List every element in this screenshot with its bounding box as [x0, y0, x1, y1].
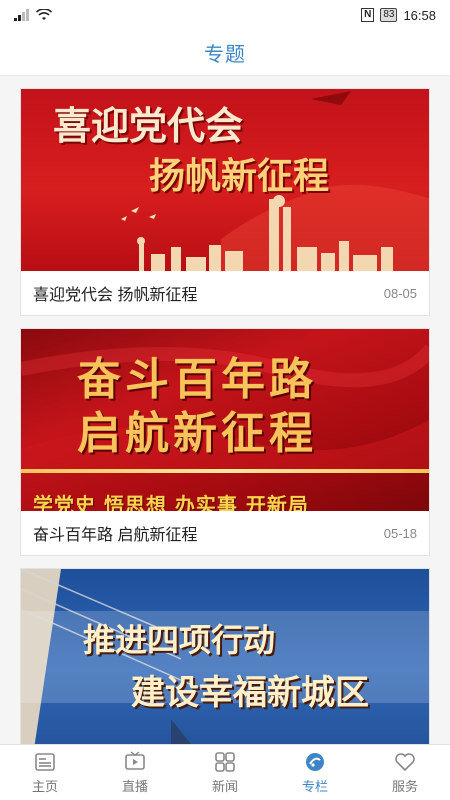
- status-right: N 83 16:58: [361, 8, 436, 23]
- page-header: 专题: [0, 30, 450, 76]
- tab-column[interactable]: 专栏: [270, 745, 360, 800]
- page-title: 专题: [204, 44, 246, 66]
- status-time: 16:58: [403, 7, 436, 23]
- tab-label: 主页: [31, 779, 58, 794]
- banner-headline: 喜迎党代会: [53, 103, 244, 148]
- tab-home[interactable]: 主页: [0, 745, 90, 800]
- banner-slogan: 学党史 悟思想 办实事 开新局: [33, 493, 309, 511]
- status-bar: N 83 16:58: [0, 0, 450, 30]
- card-footer: 奋斗百年路 启航新征程 05-18: [21, 511, 429, 555]
- topic-list[interactable]: 喜迎党代会 扬帆新征程 喜迎党代会 扬帆新征程 08-05 奋斗百年路 启航新征…: [0, 76, 450, 744]
- tab-label: 专栏: [301, 779, 328, 794]
- heart-icon: [395, 753, 415, 772]
- card-date: 08-05: [383, 285, 417, 301]
- tab-news[interactable]: 新闻: [180, 745, 270, 800]
- topic-card-3[interactable]: 推进四项行动 建设幸福新城区: [20, 568, 430, 744]
- banner-headline: 推进四项行动: [83, 621, 276, 659]
- tab-live[interactable]: 直播: [90, 745, 180, 800]
- banner-subheadline: 扬帆新征程: [149, 155, 330, 197]
- topic-banner-1[interactable]: 喜迎党代会 扬帆新征程: [21, 89, 429, 271]
- battery-indicator: 83: [380, 8, 398, 22]
- wifi-icon: [36, 9, 52, 20]
- home-icon: [35, 753, 55, 771]
- topic-banner-2[interactable]: 奋斗百年路 启航新征程 学党史 悟思想 办实事 开新局: [21, 329, 429, 511]
- banner-subheadline: 建设幸福新城区: [131, 673, 369, 713]
- card-title[interactable]: 喜迎党代会 扬帆新征程: [33, 281, 384, 305]
- tab-label: 服务: [391, 779, 418, 794]
- card-footer: 喜迎党代会 扬帆新征程 08-05: [21, 271, 429, 315]
- tab-label: 直播: [121, 779, 148, 794]
- topic-banner-3[interactable]: 推进四项行动 建设幸福新城区: [21, 569, 429, 744]
- nfc-icon: N: [361, 8, 375, 22]
- column-icon: [306, 753, 324, 771]
- signal-icon: [14, 9, 29, 21]
- live-icon: [125, 751, 145, 770]
- topic-card-1[interactable]: 喜迎党代会 扬帆新征程 喜迎党代会 扬帆新征程 08-05: [20, 88, 430, 316]
- tab-service[interactable]: 服务: [360, 745, 450, 800]
- topic-card-2[interactable]: 奋斗百年路 启航新征程 学党史 悟思想 办实事 开新局 奋斗百年路 启航新征程 …: [20, 328, 430, 556]
- bottom-tab-bar: 主页 直播 新闻 专栏 服务: [0, 744, 450, 800]
- card-title[interactable]: 奋斗百年路 启航新征程: [33, 521, 384, 545]
- banner-subheadline: 启航新征程: [77, 408, 317, 459]
- card-date: 05-18: [383, 525, 417, 541]
- tab-label: 新闻: [211, 779, 238, 794]
- news-icon: [215, 752, 235, 772]
- status-left: [14, 9, 52, 21]
- gold-stripe: [21, 469, 429, 473]
